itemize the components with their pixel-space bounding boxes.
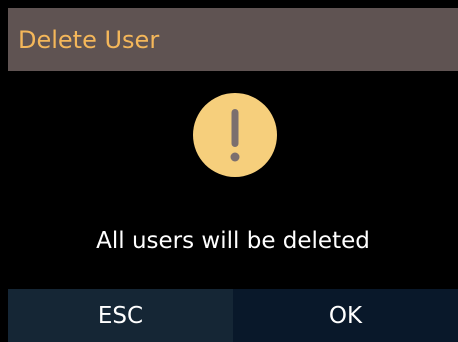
dialog-button-bar: ESC OK xyxy=(8,289,458,342)
ok-button[interactable]: OK xyxy=(233,289,458,342)
esc-button[interactable]: ESC xyxy=(8,289,233,342)
dialog-title: Delete User xyxy=(18,25,160,54)
title-bar: Delete User xyxy=(8,8,458,71)
delete-user-dialog: Delete User All users will be deleted ES… xyxy=(0,0,458,342)
confirmation-message: All users will be deleted xyxy=(96,228,370,254)
exclamation-warning-icon xyxy=(193,93,277,177)
